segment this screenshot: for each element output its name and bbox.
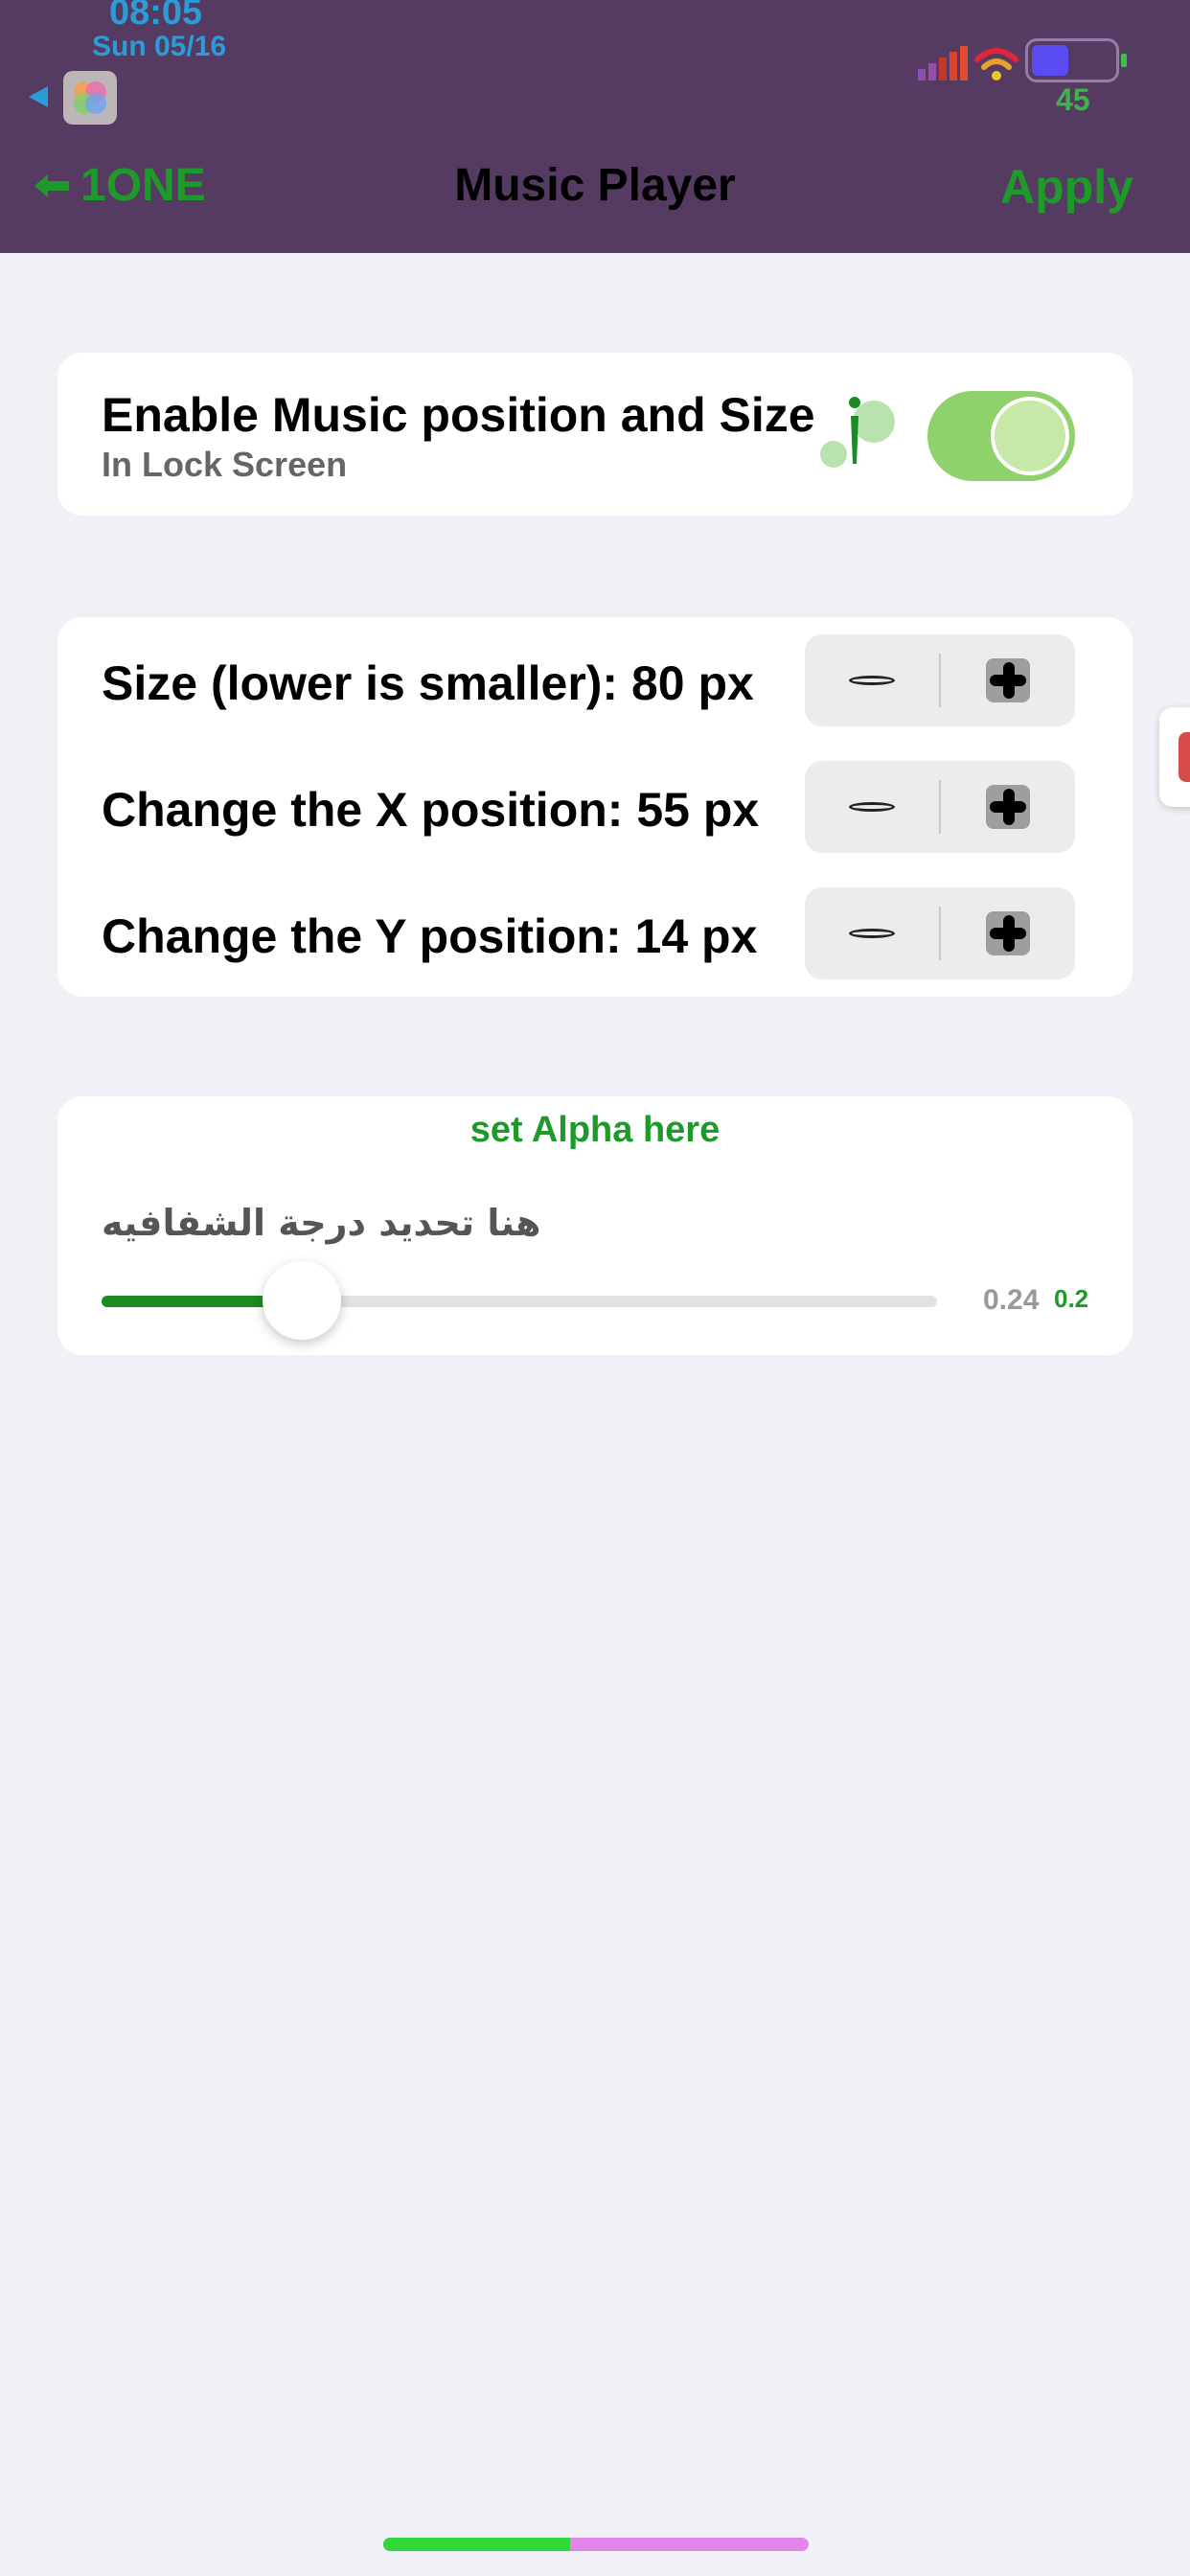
slider-thumb[interactable] bbox=[263, 1261, 342, 1340]
x-position-label: Change the X position: 55 px bbox=[102, 783, 760, 837]
size-row: Size (lower is smaller): 80 px bbox=[57, 634, 1133, 726]
x-increase-button[interactable] bbox=[941, 761, 1075, 853]
plus-icon bbox=[986, 658, 1030, 702]
plus-icon bbox=[986, 785, 1030, 829]
y-position-stepper bbox=[805, 887, 1075, 979]
alpha-value-secondary: 0.2 bbox=[1054, 1284, 1089, 1313]
signal-bars-icon bbox=[918, 46, 968, 80]
minus-icon bbox=[849, 676, 895, 685]
minus-icon bbox=[849, 929, 895, 938]
x-position-row: Change the X position: 55 px bbox=[57, 761, 1133, 853]
adjust-card: Size (lower is smaller): 80 px Change th… bbox=[57, 617, 1133, 997]
size-increase-button[interactable] bbox=[941, 634, 1075, 726]
toggle-knob bbox=[991, 397, 1069, 475]
x-position-stepper bbox=[805, 761, 1075, 853]
info-bubbles-icon bbox=[820, 397, 895, 468]
plus-icon bbox=[986, 911, 1030, 955]
battery-cap bbox=[1121, 54, 1127, 67]
apply-button[interactable]: Apply bbox=[1000, 159, 1133, 215]
minus-icon bbox=[849, 802, 895, 812]
alpha-arabic-label: هنا تحديد درجة الشفافيه bbox=[102, 1202, 541, 1244]
alpha-title: set Alpha here bbox=[469, 1110, 721, 1150]
alpha-card: set Alpha here هنا تحديد درجة الشفافيه 0… bbox=[57, 1096, 1133, 1355]
size-stepper bbox=[805, 634, 1075, 726]
y-position-row: Change the Y position: 14 px bbox=[57, 887, 1133, 979]
y-position-label: Change the Y position: 14 px bbox=[102, 909, 758, 963]
enable-subtitle: In Lock Screen bbox=[102, 445, 348, 484]
side-panel-tab[interactable] bbox=[1159, 707, 1190, 807]
size-label: Size (lower is smaller): 80 px bbox=[102, 656, 754, 710]
size-decrease-button[interactable] bbox=[805, 634, 939, 726]
status-time: 08:05 bbox=[109, 0, 203, 33]
app-icon[interactable] bbox=[63, 71, 117, 125]
wifi-icon bbox=[974, 48, 1018, 80]
alpha-value: 0.24 bbox=[983, 1284, 1040, 1316]
enable-toggle[interactable] bbox=[927, 391, 1075, 481]
y-increase-button[interactable] bbox=[941, 887, 1075, 979]
battery-percent: 45 bbox=[1056, 82, 1090, 117]
header: 08:05 Sun 05/16 45 1ONE Music Player App… bbox=[0, 0, 1190, 253]
home-indicator[interactable] bbox=[383, 2538, 809, 2551]
back-triangle-icon[interactable] bbox=[29, 86, 48, 107]
enable-card: Enable Music position and Size In Lock S… bbox=[57, 353, 1133, 516]
alpha-slider[interactable] bbox=[102, 1261, 937, 1340]
battery-icon bbox=[1025, 38, 1119, 82]
x-decrease-button[interactable] bbox=[805, 761, 939, 853]
home-indicator-fill bbox=[383, 2538, 571, 2551]
battery-fill bbox=[1032, 45, 1068, 76]
enable-title: Enable Music position and Size bbox=[102, 388, 815, 442]
y-decrease-button[interactable] bbox=[805, 887, 939, 979]
side-tab-marker bbox=[1179, 732, 1190, 782]
status-date: Sun 05/16 bbox=[92, 31, 227, 62]
